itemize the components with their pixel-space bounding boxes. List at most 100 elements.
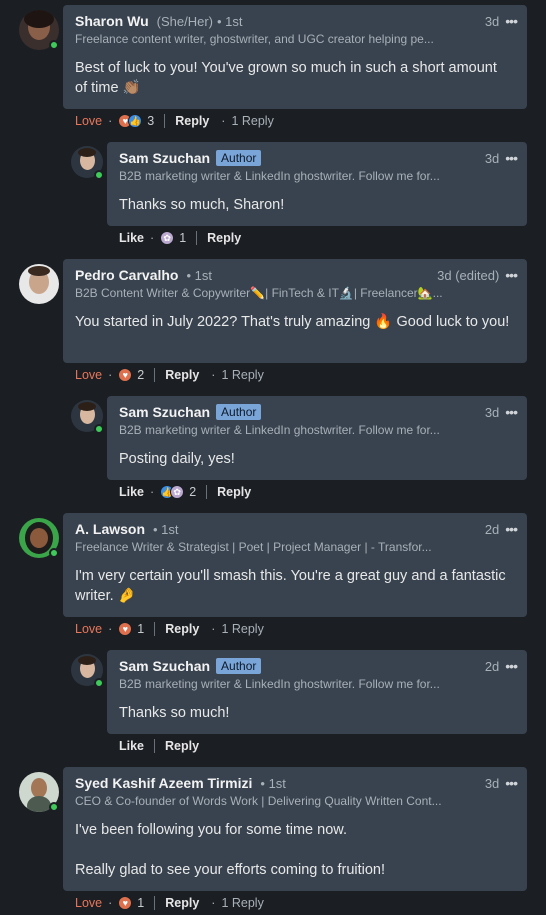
separator-dot: · — [150, 231, 155, 245]
support-icon: ✿ — [170, 485, 185, 499]
reaction-button[interactable]: Love — [75, 622, 102, 636]
reply-actions: Like · 👍 ✿ 2 Reply — [119, 485, 251, 499]
separator-dot: · — [211, 896, 216, 910]
more-options-icon[interactable]: ••• — [505, 13, 518, 29]
avatar-hair — [24, 10, 54, 28]
reaction-count[interactable]: 1 — [179, 231, 186, 245]
more-options-icon[interactable]: ••• — [505, 150, 518, 166]
commenter-headline: Freelance Writer & Strategist | Poet | P… — [75, 540, 432, 554]
heart-icon: ♥ — [118, 622, 133, 636]
more-options-icon[interactable]: ••• — [505, 267, 518, 283]
avatar-hair — [78, 402, 96, 411]
comment-actions: Love · ♥ 2 Reply · 1 Reply — [75, 368, 264, 382]
comment-sharon-wu: Sharon Wu (She/Her) • 1st 3d ••• Freelan… — [0, 0, 546, 250]
avatar-photo — [31, 778, 47, 798]
reply-bubble: Sam Szuchan Author 3d ••• B2B marketing … — [107, 142, 527, 226]
reply-button[interactable]: Reply — [165, 739, 199, 753]
online-status-indicator — [49, 548, 59, 558]
comment-bubble: Sharon Wu (She/Her) • 1st 3d ••• Freelan… — [63, 5, 527, 109]
connection-degree: • 1st — [153, 521, 179, 537]
reaction-count[interactable]: 2 — [189, 485, 196, 499]
commenter-info: Syed Kashif Azeem Tirmizi • 1st — [75, 775, 515, 791]
reaction-summary[interactable]: ♥ — [118, 896, 133, 910]
online-status-indicator — [49, 40, 59, 50]
reply-bubble: Sam Szuchan Author 2d ••• B2B marketing … — [107, 650, 527, 734]
comment-syed-kashif: Syed Kashif Azeem Tirmizi • 1st 3d ••• C… — [0, 762, 546, 915]
avatar-hair — [78, 148, 96, 157]
thumb-icon: 👍 — [128, 114, 143, 128]
avatar[interactable] — [19, 264, 59, 304]
replies-count-link[interactable]: 1 Reply — [221, 896, 263, 910]
commenter-info: Sam Szuchan Author — [119, 658, 515, 674]
divider — [154, 739, 156, 753]
heart-icon: ♥ — [118, 896, 133, 910]
online-status-indicator — [94, 170, 104, 180]
reply-button[interactable]: Reply — [165, 622, 199, 636]
reaction-summary[interactable]: 👍 ✿ — [160, 485, 185, 499]
reaction-summary[interactable]: ♥ — [118, 622, 133, 636]
reply-button[interactable]: Reply — [165, 896, 199, 910]
comment-text: You started in July 2022? That's truly a… — [75, 314, 510, 330]
online-status-indicator — [49, 802, 59, 812]
comment-bubble: Syed Kashif Azeem Tirmizi • 1st 3d ••• C… — [63, 767, 527, 891]
connection-degree: • 1st — [260, 775, 286, 791]
commenter-headline: CEO & Co-founder of Words Work | Deliver… — [75, 794, 442, 808]
divider — [206, 485, 208, 499]
comment-actions: Love · ♥ 👍 3 Reply · 1 Reply — [75, 114, 274, 128]
replies-count-link[interactable]: 1 Reply — [221, 368, 263, 382]
comment-meta: 3d ••• — [485, 404, 518, 420]
commenter-name[interactable]: Sam Szuchan — [119, 658, 210, 674]
reply-button[interactable]: Reply — [165, 368, 199, 382]
reply-button[interactable]: Reply — [175, 114, 209, 128]
connection-degree: • 1st — [217, 13, 243, 29]
reaction-button[interactable]: Love — [75, 114, 102, 128]
separator-dot: · — [108, 114, 113, 128]
comment-text: Thanks so much! — [119, 705, 230, 721]
reply-button[interactable]: Reply — [217, 485, 251, 499]
like-button[interactable]: Like — [119, 231, 144, 245]
reaction-summary[interactable]: ♥ 👍 — [118, 114, 143, 128]
avatar-hair — [28, 266, 50, 276]
reply-actions: Like · ✿ 1 Reply — [119, 231, 241, 245]
commenter-name[interactable]: Sharon Wu — [75, 13, 149, 29]
commenter-name[interactable]: A. Lawson — [75, 521, 145, 537]
support-icon: ✿ — [160, 231, 175, 245]
reaction-count[interactable]: 1 — [137, 622, 144, 636]
comment-bubble: A. Lawson • 1st 2d ••• Freelance Writer … — [63, 513, 527, 617]
reaction-button[interactable]: Love — [75, 896, 102, 910]
commenter-name[interactable]: Pedro Carvalho — [75, 267, 178, 283]
replies-count-link[interactable]: 1 Reply — [221, 622, 263, 636]
separator-dot: · — [211, 622, 216, 636]
comment-text: Posting daily, yes! — [119, 451, 235, 467]
connection-degree: • 1st — [186, 267, 212, 283]
more-options-icon[interactable]: ••• — [505, 775, 518, 791]
like-button[interactable]: Like — [119, 485, 144, 499]
reaction-count[interactable]: 3 — [147, 114, 154, 128]
timestamp: 3d — [484, 13, 500, 29]
online-status-indicator — [94, 424, 104, 434]
reaction-summary[interactable]: ♥ — [118, 368, 133, 382]
reply-button[interactable]: Reply — [207, 231, 241, 245]
comment-actions: Love · ♥ 1 Reply · 1 Reply — [75, 896, 264, 910]
more-options-icon[interactable]: ••• — [505, 404, 518, 420]
more-options-icon[interactable]: ••• — [505, 658, 518, 674]
commenter-name[interactable]: Sam Szuchan — [119, 150, 210, 166]
reaction-summary[interactable]: ✿ — [160, 231, 175, 245]
like-button[interactable]: Like — [119, 739, 144, 753]
commenter-name[interactable]: Sam Szuchan — [119, 404, 210, 420]
comment-text: I've been following you for some time no… — [75, 822, 386, 878]
pronouns: (She/Her) — [156, 13, 213, 29]
comment-meta: 3d ••• — [484, 13, 518, 29]
commenter-name[interactable]: Syed Kashif Azeem Tirmizi — [75, 775, 252, 791]
more-options-icon[interactable]: ••• — [505, 521, 518, 537]
reaction-count[interactable]: 2 — [137, 368, 144, 382]
comment-meta: 3d ••• — [485, 775, 518, 791]
commenter-info: Sam Szuchan Author — [119, 404, 515, 420]
replies-count-link[interactable]: 1 Reply — [231, 114, 273, 128]
reaction-button[interactable]: Love — [75, 368, 102, 382]
comment-text: I'm very certain you'll smash this. You'… — [75, 568, 506, 604]
comment-meta: 3d (edited) ••• — [437, 267, 518, 283]
reply-bubble: Sam Szuchan Author 3d ••• B2B marketing … — [107, 396, 527, 480]
reaction-count[interactable]: 1 — [137, 896, 144, 910]
commenter-headline: B2B marketing writer & LinkedIn ghostwri… — [119, 677, 440, 691]
